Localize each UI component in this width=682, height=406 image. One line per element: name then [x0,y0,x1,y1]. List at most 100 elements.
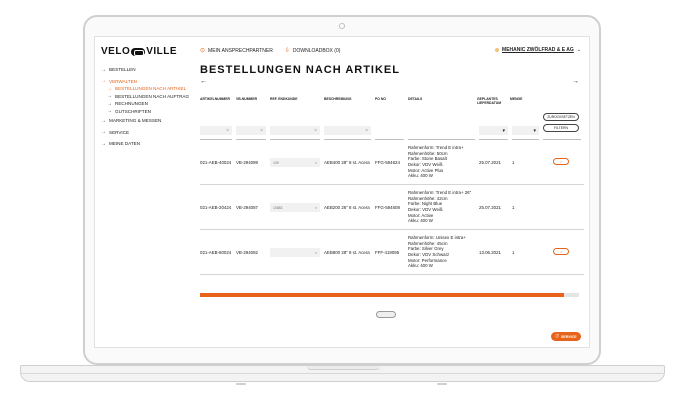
cell-lieferdatum: 25.07.2021 [479,159,501,165]
table-row[interactable]: 021-AEB-40024 VB-294089 109 × AEB400 28"… [200,140,584,185]
col-beschreibung[interactable]: BESCHREIBUNG [324,97,375,101]
sidebar-item-label: MEINE DATEN [109,141,141,147]
cell-vb-nummer: VB-294087 [236,204,258,210]
cell-beschreibung: AEB200 26" 8 st. Acera [324,204,370,210]
scrollbar-thumb[interactable] [200,293,564,297]
cart-button[interactable]: ⌂ [553,158,569,165]
cell-details: Rahmenform: Unisex E intra+ Rahmenhöhe: … [408,230,477,274]
arrow-right-icon: → [107,108,112,115]
laptop-hinge [21,373,664,374]
back-arrow-icon[interactable]: ← [200,78,207,85]
ref-endkunde-input[interactable]: 109 × [270,158,320,167]
arrow-right-icon: → [101,66,106,73]
clear-icon[interactable]: × [365,128,368,134]
arrow-right-icon: → [101,78,106,85]
ref-value: 10883 [273,205,283,210]
contact-link[interactable]: ⊙ MEIN ANSPRECHPARTNER [200,47,273,55]
service-button[interactable]: ⓘ SERVICE [551,332,581,341]
detail-line: Akku: 400 W [408,173,433,179]
sidebar-item-label: BESTELLUNGEN NACH AUFTRAG [115,93,190,99]
ref-endkunde-input[interactable]: 10883 × [270,203,320,212]
col-details[interactable]: DETAILS [408,97,477,101]
screen: VELO VILLE ⊙ MEIN ANSPRECHPARTNER ⇩ DOWN… [94,36,590,348]
clear-icon[interactable]: × [314,128,317,134]
filter-row: × × × × ▾ ▾ ZURÜCKSETZEN FILTERN [200,107,584,140]
account-icon [495,48,500,52]
account-menu[interactable]: MEHANIC ZWÖLFRAD & E AG ⌄ [495,47,581,53]
filter-ref-endkunde[interactable]: × [270,126,320,135]
cart-icon: ⌂ [559,159,563,164]
table-row[interactable]: 021-AEB-80024 VB-294082 × AEB800 28" 8 s… [200,230,584,275]
col-ref-endkunde[interactable]: REF. ENDKUNDE [270,97,324,101]
cell-lieferdatum: 25.07.2021 [479,204,501,210]
cell-po-no: FFG-584624 [375,159,400,165]
filter-artikelnummer[interactable]: × [200,126,232,135]
sidebar-item-bestellungen-artikel[interactable]: → BESTELLUNGEN NACH ARTIKEL [107,85,193,93]
forward-arrow-icon[interactable]: → [572,78,579,85]
arrow-right-icon: → [101,117,106,124]
col-vb-nummer[interactable]: VB-NUMMER [236,97,270,101]
sidebar-item-meine-daten[interactable]: → MEINE DATEN [101,140,193,148]
sidebar-item-service[interactable]: → SERVICE [101,129,193,137]
table-row[interactable]: 021-AEB-20424 VB-294087 10883 × AEB200 2… [200,185,584,230]
reset-button[interactable]: ZURÜCKSETZEN [543,113,579,121]
filter-lieferdatum-select[interactable]: ▾ [479,126,508,135]
info-icon: ⓘ [555,334,559,338]
contact-label: MEIN ANSPRECHPARTNER [208,47,273,54]
sidebar-item-rechnungen[interactable]: → RECHNUNGEN [107,100,193,108]
detail-line: Akku: 400 W [408,263,433,269]
sidebar-item-marketing[interactable]: → MARKETING & MESSEN [101,117,193,125]
cart-button[interactable]: ⌂ [553,248,569,255]
sidebar-item-label: RECHNUNGEN [115,101,148,107]
logo-mark-icon [131,47,146,56]
cell-vb-nummer: VB-294082 [236,249,258,255]
dropdown-icon: ▾ [502,127,505,134]
filter-vb-nummer[interactable]: × [236,126,266,135]
laptop-notch [307,366,380,370]
cell-beschreibung: AEB400 28" 8 st. Acera [324,159,370,165]
sidebar-item-label: MARKETING & MESSEN [109,118,162,124]
sidebar-item-bestellen[interactable]: → BESTELLEN [101,66,193,74]
col-artikelnummer[interactable]: ARTIKELNUMMER [200,97,236,101]
laptop-foot [236,383,246,385]
cell-details: Rahmenform: Trend E intra+ 26" Rahmenhöh… [408,185,477,229]
clear-icon[interactable]: × [260,128,263,134]
pagination-control[interactable] [376,311,396,318]
col-menge[interactable]: MENGE [510,97,540,101]
service-label: SERVICE [560,334,577,339]
filter-button[interactable]: FILTERN [543,124,579,132]
col-lieferdatum[interactable]: GEPLANTES LIEFERDATUM [477,97,510,105]
person-icon: ⊙ [200,48,206,54]
top-nav: ⊙ MEIN ANSPRECHPARTNER ⇩ DOWNLOADBOX (0) [200,47,341,55]
cell-menge: 1 [512,159,515,165]
downloadbox-link[interactable]: ⇩ DOWNLOADBOX (0) [284,47,341,55]
chevron-down-icon: ⌄ [576,47,581,53]
clear-icon[interactable]: × [315,206,317,210]
horizontal-scrollbar[interactable] [200,293,579,297]
clear-icon[interactable]: × [315,251,317,255]
laptop-foot [437,383,447,385]
sidebar-item-gutschriften[interactable]: → GUTSCHRIFTEN [107,108,193,116]
logo-text-right: VILLE [146,46,178,57]
filter-menge-select[interactable]: ▾ [512,126,539,135]
sidebar-item-label: VERWALTEN [109,78,137,84]
arrow-right-icon: → [107,93,112,100]
cell-artikelnummer: 021-AEB-20424 [200,204,232,210]
ref-value: 109 [273,160,279,165]
ref-endkunde-input[interactable]: × [270,248,320,257]
cell-menge: 1 [512,249,515,255]
logo-text-left: VELO [101,46,131,57]
arrow-right-icon: → [107,85,112,92]
account-name: MEHANIC ZWÖLFRAD & E AG [502,47,574,53]
logo[interactable]: VELO VILLE [101,46,177,57]
sidebar-item-verwalten[interactable]: → VERWALTEN [101,78,193,86]
clear-icon[interactable]: × [315,161,317,165]
sidebar-item-bestellungen-auftrag[interactable]: → BESTELLUNGEN NACH AUFTRAG [107,93,193,101]
filter-beschreibung[interactable]: × [324,126,371,135]
col-po-no[interactable]: PO NO [375,97,408,101]
clear-icon[interactable]: × [226,128,229,134]
sidebar-item-label: SERVICE [109,129,130,135]
sidebar-item-label: BESTELLEN [109,67,136,73]
download-icon: ⇩ [284,48,290,54]
arrow-right-icon: → [101,140,106,147]
